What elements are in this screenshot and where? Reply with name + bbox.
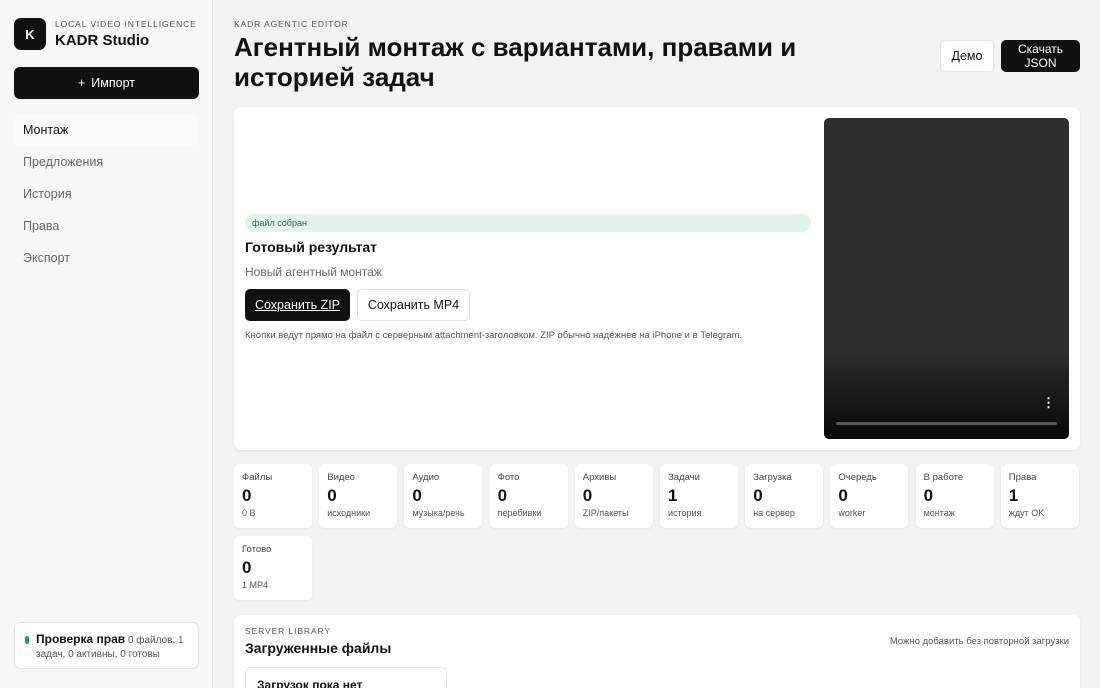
stat-card: Аудио 0 музыка/речь — [404, 464, 483, 528]
stat-value: 0 — [242, 558, 252, 577]
rights-status-card: Проверка прав 0 файлов, 1 задач, 0 актив… — [14, 622, 199, 669]
stat-sub: 1 MP4 — [242, 580, 269, 590]
nav-item-rights[interactable]: Права — [14, 210, 199, 242]
stat-label: Аудио — [412, 472, 440, 483]
stat-sub: музыка/речь — [412, 508, 465, 518]
stat-card: Фото 0 перебивки — [489, 464, 568, 528]
stat-sub: исходники — [327, 508, 371, 518]
stat-sub: история — [668, 508, 702, 518]
stat-value: 0 — [412, 486, 422, 505]
status-dot-icon — [25, 636, 29, 644]
stat-label: Задачи — [668, 472, 700, 483]
download-hint: Кнопки ведут прямо на файл с серверным a… — [245, 330, 743, 341]
download-json-button[interactable]: Скачать JSON — [1001, 40, 1080, 72]
stat-card: Видео 0 исходники — [319, 464, 398, 528]
stat-value: 0 — [582, 486, 593, 505]
stat-card: Очередь 0 worker — [830, 464, 909, 528]
stat-card: Архивы 0 ZIP/пакеты — [574, 464, 653, 528]
stat-sub: worker — [838, 508, 866, 518]
stat-card: Права 1 ждут OK — [1000, 464, 1079, 528]
stat-sub: ждут OK — [1008, 508, 1045, 518]
stat-label: Очередь — [838, 472, 877, 483]
stat-label: Готово — [242, 544, 272, 555]
library-eyebrow: SERVER LIBRARY — [245, 626, 331, 636]
stat-value: 0 — [327, 486, 337, 505]
result-card: файл собран Готовый результат Новый аген… — [234, 107, 1080, 450]
status-badge: файл собран — [245, 214, 811, 232]
stat-card: Задачи 1 история — [660, 464, 738, 528]
stat-label: Файлы — [242, 472, 273, 483]
page-eyebrow: KADR AGENTIC EDITOR — [234, 19, 349, 29]
stat-sub: монтаж — [923, 508, 955, 518]
stat-label: Архивы — [582, 472, 617, 483]
import-button[interactable]: + Импорт — [14, 67, 199, 99]
stat-sub: на сервер — [753, 508, 795, 518]
app-name: KADR Studio — [55, 32, 150, 49]
status-title: Проверка прав — [36, 632, 126, 646]
result-subtitle: Новый агентный монтаж — [245, 265, 382, 279]
plus-icon: + — [77, 76, 86, 90]
stat-value: 1 — [668, 486, 678, 505]
video-progress-track[interactable] — [836, 422, 1057, 425]
server-library: SERVER LIBRARY Загруженные файлы Можно д… — [234, 615, 1080, 688]
stat-label: Фото — [497, 472, 520, 483]
more-vertical-icon[interactable]: ⋮ — [1042, 396, 1055, 409]
stat-value: 1 — [1008, 486, 1019, 505]
sidebar: K LOCAL VIDEO INTELLIGENCE KADR Studio +… — [0, 0, 213, 688]
stat-label: Загрузка — [753, 472, 792, 483]
demo-button[interactable]: Демо — [940, 40, 994, 72]
nav-item-suggestions[interactable]: Предложения — [14, 146, 199, 178]
stat-card: В работе 0 монтаж — [915, 464, 994, 528]
library-note: Можно добавить без повторной загрузки — [889, 636, 1069, 647]
stat-value: 0 — [923, 486, 934, 505]
stat-sub: ZIP/пакеты — [582, 508, 629, 518]
page-title: Агентный монтаж с вариантами, правами и … — [234, 32, 797, 92]
nav-item-export[interactable]: Экспорт — [14, 242, 199, 274]
app-logo: K — [14, 18, 46, 50]
stat-value: 0 — [242, 486, 252, 505]
stat-value: 0 — [753, 486, 763, 505]
result-title: Готовый результат — [245, 239, 378, 255]
stat-sub: перебивки — [497, 508, 542, 518]
stat-label: В работе — [923, 472, 964, 483]
library-empty-state: Загрузок пока нет — [245, 667, 447, 688]
nav-item-montage[interactable]: Монтаж — [14, 114, 199, 146]
library-title: Загруженные файлы — [245, 640, 392, 656]
stat-card: Файлы 0 0 B — [234, 464, 312, 528]
stat-sub: 0 B — [242, 508, 256, 518]
save-mp4-button[interactable]: Сохранить MP4 — [357, 289, 470, 321]
stat-card: Загрузка 0 на сервер — [745, 464, 824, 528]
import-label: Импорт — [91, 76, 135, 90]
brand: K LOCAL VIDEO INTELLIGENCE KADR Studio — [14, 18, 197, 50]
stat-card: Готово 0 1 MP4 — [234, 536, 312, 600]
nav-item-history[interactable]: История — [14, 178, 199, 210]
brand-eyebrow: LOCAL VIDEO INTELLIGENCE — [55, 19, 197, 29]
sidebar-nav: Монтаж Предложения История Права Экспорт — [14, 114, 199, 274]
video-player[interactable]: ⋮ — [824, 118, 1069, 439]
stat-label: Права — [1008, 472, 1037, 483]
stat-label: Видео — [327, 472, 355, 483]
save-zip-button[interactable]: Сохранить ZIP — [245, 289, 350, 321]
stat-value: 0 — [497, 486, 508, 505]
stat-value: 0 — [838, 486, 848, 505]
